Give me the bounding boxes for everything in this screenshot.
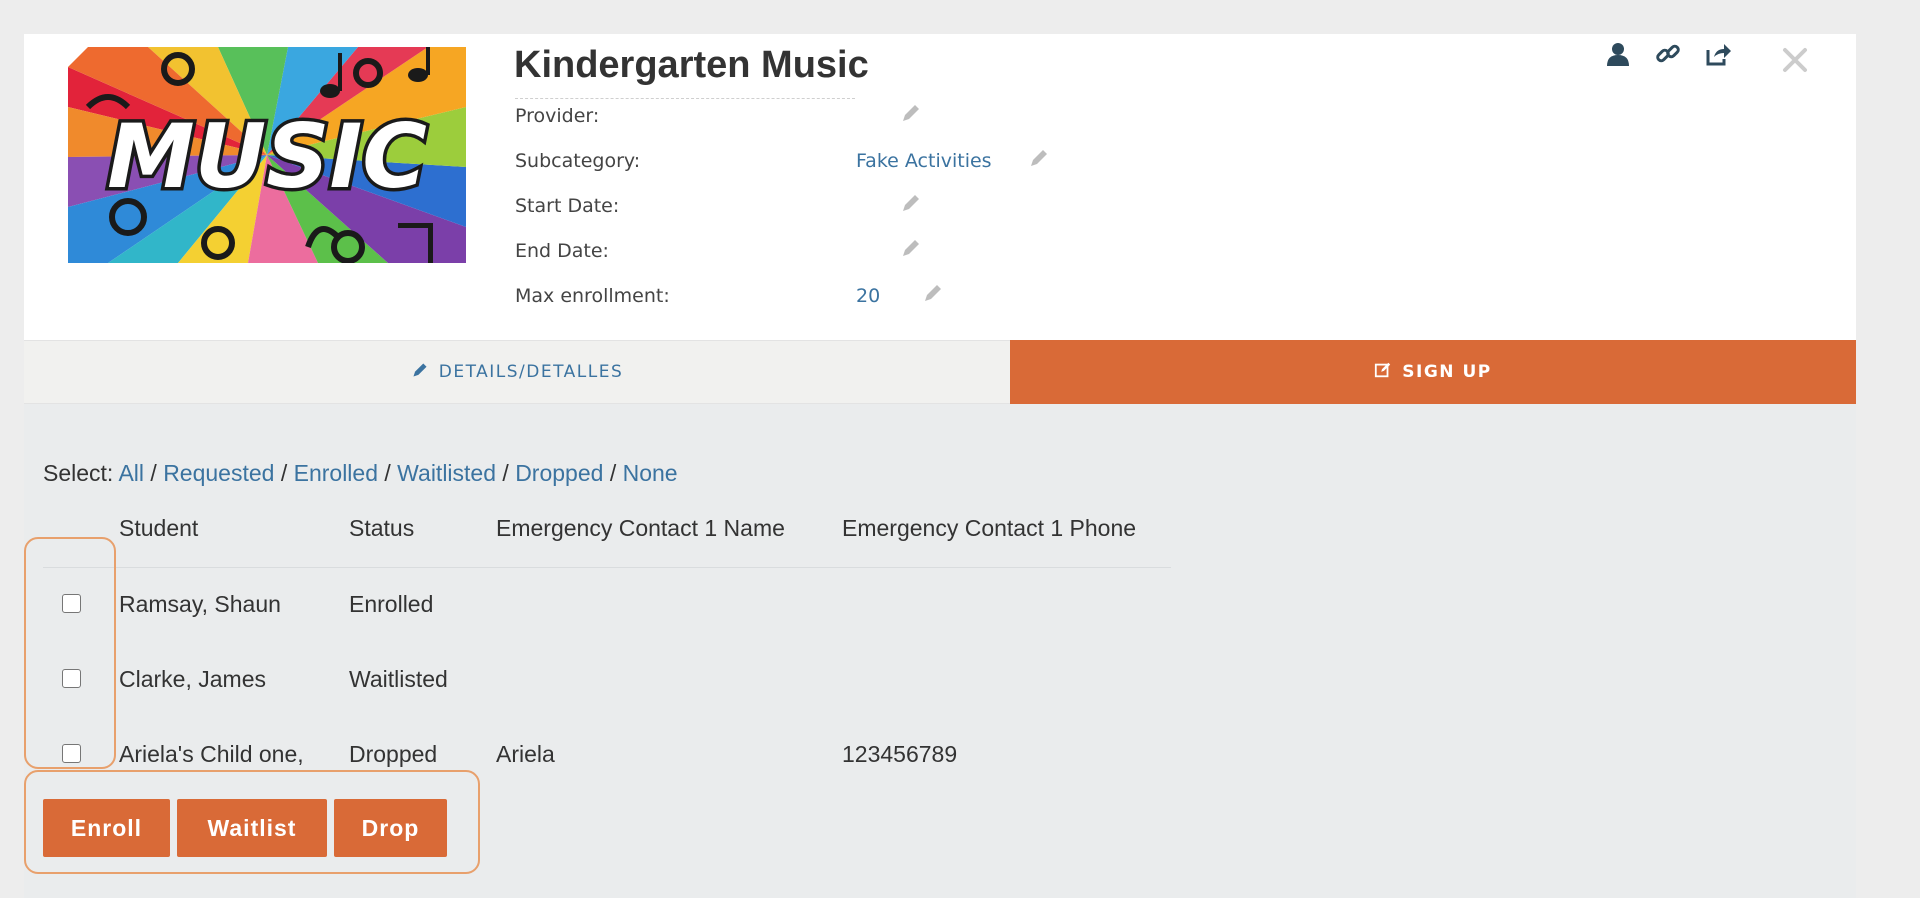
user-icon[interactable] <box>1604 40 1632 68</box>
table-header-divider <box>43 567 1171 568</box>
link-icon[interactable] <box>1654 40 1682 68</box>
title-divider <box>515 98 855 99</box>
separator: / <box>280 460 288 486</box>
edit-subcategory-pencil-icon[interactable] <box>1028 147 1050 169</box>
provider-label: Provider: <box>515 105 600 127</box>
subcategory-value[interactable]: Fake Activities <box>856 150 992 172</box>
share-icon[interactable] <box>1704 40 1732 68</box>
music-logo-image: MUSIC <box>68 47 466 263</box>
tab-sign-up[interactable]: SIGN UP <box>1010 340 1856 404</box>
edit-provider-pencil-icon[interactable] <box>900 102 922 124</box>
table-cell-status: Waitlisted <box>349 666 448 692</box>
separator: / <box>609 460 617 486</box>
waitlist-button[interactable]: Waitlist <box>177 799 327 857</box>
edit-max-enrollment-pencil-icon[interactable] <box>922 282 944 304</box>
activity-title: Kindergarten Music <box>514 44 869 86</box>
logo-text: MUSIC <box>107 105 427 208</box>
max-enrollment-label: Max enrollment: <box>515 285 670 307</box>
column-header-status: Status <box>349 515 415 541</box>
table-cell-status: Enrolled <box>349 591 434 617</box>
max-enrollment-value[interactable]: 20 <box>856 285 880 307</box>
tab-details[interactable]: DETAILS/DETALLES <box>24 340 1010 404</box>
table-cell-emergency-name: Ariela <box>496 741 555 767</box>
table-cell-emergency-phone: 123456789 <box>842 741 958 767</box>
table-cell-student: Ariela's Child one, <box>119 741 304 767</box>
edit-square-icon <box>1374 361 1392 384</box>
start-date-label: Start Date: <box>515 195 620 217</box>
enroll-button[interactable]: Enroll <box>43 799 170 857</box>
edit-start-date-pencil-icon[interactable] <box>900 192 922 214</box>
tab-bar: DETAILS/DETALLES SIGN UP <box>24 340 1856 404</box>
pencil-icon <box>411 361 429 384</box>
tab-sign-up-label: SIGN UP <box>1402 362 1492 382</box>
drop-button[interactable]: Drop <box>334 799 447 857</box>
table-cell-student: Clarke, James <box>119 666 266 692</box>
activity-header-card: MUSIC Kindergarten Music Provider: Subca… <box>24 34 1856 340</box>
end-date-label: End Date: <box>515 240 609 262</box>
select-prefix: Select: <box>43 460 114 486</box>
separator: / <box>150 460 157 486</box>
select-dropped-link[interactable]: Dropped <box>515 460 603 486</box>
edit-end-date-pencil-icon[interactable] <box>900 237 922 259</box>
select-enrolled-link[interactable]: Enrolled <box>294 460 378 486</box>
select-filter-row: Select: All / Requested / Enrolled / Wai… <box>43 460 678 487</box>
checkbox-column-highlight <box>24 537 116 769</box>
select-none-link[interactable]: None <box>623 460 678 486</box>
table-cell-student: Ramsay, Shaun <box>119 591 281 617</box>
column-header-student: Student <box>119 515 199 541</box>
column-header-emergency-phone: Emergency Contact 1 Phone <box>842 515 1137 541</box>
separator: / <box>502 460 509 486</box>
select-waitlisted-link[interactable]: Waitlisted <box>397 460 496 486</box>
tab-details-label: DETAILS/DETALLES <box>438 362 624 382</box>
subcategory-label: Subcategory: <box>515 150 641 172</box>
column-header-emergency-name: Emergency Contact 1 Name <box>496 515 785 541</box>
separator: / <box>384 460 391 486</box>
table-cell-status: Dropped <box>349 741 438 767</box>
select-requested-link[interactable]: Requested <box>163 460 274 486</box>
close-icon[interactable] <box>1781 46 1809 74</box>
select-all-link[interactable]: All <box>118 460 144 486</box>
